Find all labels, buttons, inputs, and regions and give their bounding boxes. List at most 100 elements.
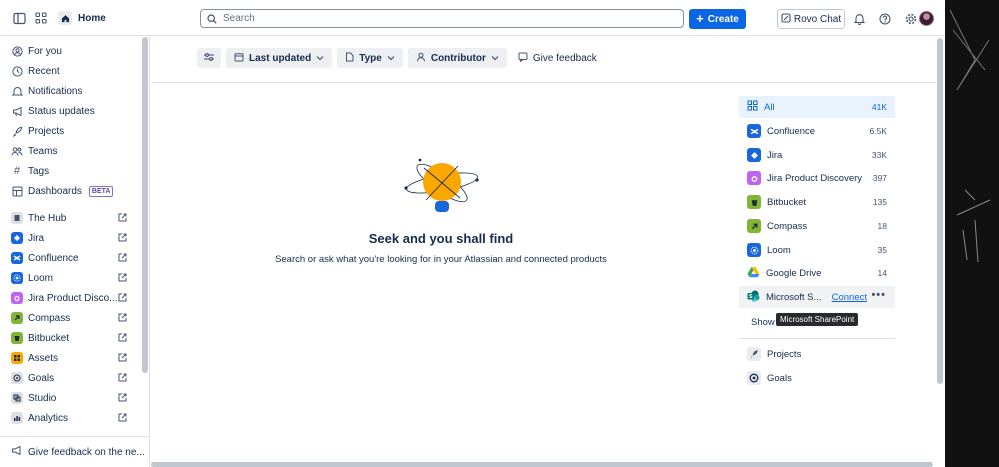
external-link-icon xyxy=(118,353,127,362)
google-drive-logo-icon xyxy=(747,266,760,281)
top-navigation: Home + Create Rovo Chat xyxy=(0,0,945,36)
the-hub-logo-icon xyxy=(11,212,23,224)
main-scrollbar[interactable] xyxy=(937,38,943,384)
sidebar-item-label: Notifications xyxy=(28,85,83,97)
horizontal-scrollbar[interactable] xyxy=(151,462,933,467)
bitbucket-logo-icon xyxy=(11,332,23,344)
source-all[interactable]: All 41K xyxy=(739,96,895,118)
sidebar-item-label: Tags xyxy=(28,165,50,177)
source-count: 41K xyxy=(871,102,887,112)
sidebar-item-for-you[interactable]: For you xyxy=(11,43,131,59)
goals-logo-icon xyxy=(11,372,23,384)
sidebar-item-recent[interactable]: Recent xyxy=(11,63,131,79)
studio-logo-icon xyxy=(11,392,23,404)
compass-logo-icon xyxy=(11,312,23,324)
sidebar-feedback-button[interactable]: Give feedback on the ne... xyxy=(0,436,150,467)
home-button[interactable]: Home xyxy=(58,11,106,25)
last-updated-filter[interactable]: Last updated xyxy=(226,48,333,68)
external-link-icon xyxy=(118,413,127,422)
source-count: 35 xyxy=(877,245,887,255)
hash-icon: # xyxy=(13,165,21,177)
help-icon[interactable] xyxy=(876,10,894,28)
sidebar-app-compass[interactable]: Compass xyxy=(11,310,131,326)
source-microsoft-sharepoint[interactable]: S Microsoft S... Connect ••• xyxy=(739,286,895,308)
create-button[interactable]: + Create xyxy=(689,9,746,29)
user-avatar[interactable] xyxy=(919,11,934,26)
source-projects[interactable]: Projects xyxy=(739,343,895,365)
settings-gear-icon[interactable] xyxy=(902,10,920,28)
calendar-icon xyxy=(234,52,244,65)
rocket-icon xyxy=(11,125,23,137)
source-label: Projects xyxy=(767,348,802,360)
source-label: Loom xyxy=(767,244,791,256)
contributor-filter[interactable]: Contributor xyxy=(407,48,507,68)
sidebar-app-studio[interactable]: Studio xyxy=(11,390,131,406)
sidebar-app-bitbucket[interactable]: Bitbucket xyxy=(11,330,131,346)
compass-logo-icon xyxy=(747,219,761,233)
sidebar-app-analytics[interactable]: Analytics xyxy=(11,410,131,426)
search-input[interactable] xyxy=(223,13,663,24)
sidebar-item-label: Recent xyxy=(28,65,60,77)
sidebar-item-projects[interactable]: Projects xyxy=(11,123,131,139)
sidebar-toggle-icon[interactable] xyxy=(10,9,28,27)
people-icon xyxy=(11,145,23,157)
rovo-chat-button[interactable]: Rovo Chat xyxy=(777,9,845,29)
beta-badge: BETA xyxy=(88,185,114,197)
person-icon xyxy=(416,52,426,65)
sidebar-item-status-updates[interactable]: Status updates xyxy=(11,103,131,119)
source-compass[interactable]: Compass 18 xyxy=(739,215,895,237)
give-feedback-label: Give feedback xyxy=(532,52,597,64)
notifications-bell-icon[interactable] xyxy=(850,10,868,28)
app-label: Compass xyxy=(28,312,71,324)
search-bar[interactable] xyxy=(200,9,684,28)
sidebar-app-goals[interactable]: Goals xyxy=(11,370,131,386)
empty-state-title: Seek and you shall find xyxy=(368,231,514,246)
app-label: Loom xyxy=(28,272,54,284)
assets-logo-icon xyxy=(11,352,23,364)
sidebar-scrollbar[interactable] xyxy=(142,37,148,373)
source-confluence[interactable]: Confluence 6.5K xyxy=(739,120,895,142)
app-label: Analytics xyxy=(28,412,69,424)
sidebar-app-loom[interactable]: Loom xyxy=(11,270,131,286)
sidebar-item-notifications[interactable]: Notifications xyxy=(11,83,131,99)
source-jira-product-discovery[interactable]: Jira Product Discovery 397 xyxy=(739,167,895,189)
app-label: Goals xyxy=(28,372,55,384)
type-filter[interactable]: Type xyxy=(337,48,403,68)
source-loom[interactable]: Loom 35 xyxy=(739,239,895,261)
sidebar-app-confluence[interactable]: Confluence xyxy=(11,250,131,266)
sidebar-item-label: Status updates xyxy=(28,105,95,117)
clock-icon xyxy=(11,65,23,77)
more-options-icon[interactable]: ••• xyxy=(871,289,886,301)
desktop-background xyxy=(945,0,999,467)
external-link-icon xyxy=(118,253,127,262)
sidebar-item-tags[interactable]: # Tags xyxy=(11,163,131,179)
chevron-down-icon xyxy=(491,53,499,64)
dashboard-icon xyxy=(11,185,23,197)
show-more-link[interactable]: Show xyxy=(751,317,775,328)
svg-text:S: S xyxy=(749,294,753,300)
jira-product-discovery-logo-icon xyxy=(11,292,23,304)
source-bitbucket[interactable]: Bitbucket 135 xyxy=(739,191,895,213)
source-goals[interactable]: Goals xyxy=(739,367,895,389)
megaphone-icon xyxy=(11,445,22,459)
plus-icon: + xyxy=(696,11,704,26)
source-google-drive[interactable]: Google Drive 14 xyxy=(739,262,895,284)
file-icon xyxy=(345,52,354,65)
connect-link[interactable]: Connect xyxy=(832,292,867,303)
sidebar-app-assets[interactable]: Assets xyxy=(11,350,131,366)
source-label: Jira xyxy=(767,149,783,161)
filter-settings-button[interactable] xyxy=(197,48,221,68)
bitbucket-logo-icon xyxy=(747,195,761,209)
sidebar-app-jira-product-discovery[interactable]: Jira Product Disco... xyxy=(11,290,131,306)
external-link-icon xyxy=(118,273,127,282)
bell-icon xyxy=(11,85,23,97)
home-label: Home xyxy=(78,12,106,24)
app-switcher-icon[interactable] xyxy=(32,9,50,27)
sidebar-app-jira[interactable]: Jira xyxy=(11,230,131,246)
sidebar-item-teams[interactable]: Teams xyxy=(11,143,131,159)
sidebar-item-dashboards[interactable]: Dashboards BETA xyxy=(11,183,131,199)
source-jira[interactable]: Jira 33K xyxy=(739,144,895,166)
sidebar-app-the-hub[interactable]: The Hub xyxy=(11,210,131,226)
sharepoint-tooltip: Microsoft SharePoint xyxy=(776,313,859,326)
give-feedback-button[interactable]: Give feedback xyxy=(512,48,603,68)
